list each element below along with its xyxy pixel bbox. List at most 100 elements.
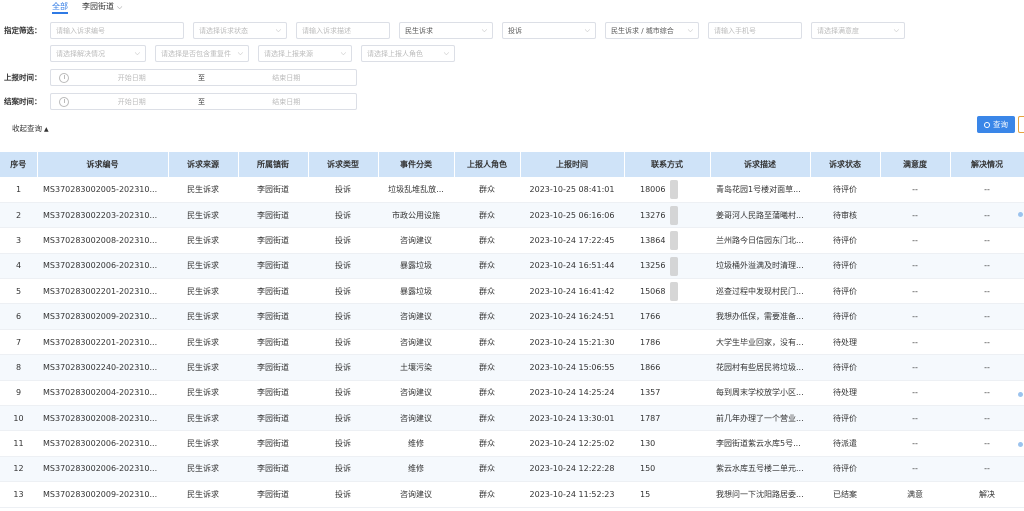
filter-select[interactable]: 请选择上报人角色 ⌵ (361, 45, 455, 62)
table-row[interactable]: 6 MS370283002009-202310... 民生诉求 李园街道 投诉 咨询建议 群… (0, 303, 1024, 330)
column-header[interactable]: 事件分类 (378, 152, 455, 177)
table-row[interactable]: 12 MS370283002006-202310... 民生诉求 李园街道 投诉 维修 群众… (0, 456, 1024, 483)
table-row[interactable]: 3 MS370283002008-202310... 民生诉求 李园街道 投诉 咨询建议 群… (0, 227, 1024, 254)
table-row[interactable]: 2 MS370283002203-202310... 民生诉求 李园街道 投诉 市政公用设… (0, 202, 1024, 229)
cell-text: -- (912, 286, 918, 296)
appeal-code-link[interactable]: MS370283002009-202310... (37, 481, 168, 508)
contact-cell: 1787 (624, 405, 710, 432)
table-cell: 3 (0, 227, 37, 254)
table-cell: -- (950, 227, 1024, 254)
appeal-code-link[interactable]: MS370283002201-202310... (37, 329, 168, 356)
filter-input[interactable]: 请输入诉求描述 (296, 22, 390, 39)
table-cell: -- (950, 329, 1024, 356)
redaction-blur (670, 256, 678, 276)
appeal-code-link[interactable]: MS370283002240-202310... (37, 354, 168, 381)
appeal-code-link[interactable]: MS370283002004-202310... (37, 380, 168, 407)
table-row[interactable]: 11 MS370283002006-202310... 民生诉求 李园街道 投诉 维修 群众… (0, 430, 1024, 457)
table-cell: 李园街道 (238, 278, 308, 305)
cell-text: 土壤污染 (400, 362, 432, 372)
appeal-code-link[interactable]: MS370283002006-202310... (37, 456, 168, 483)
table-cell: 民生诉求 (168, 405, 238, 432)
filter-input[interactable]: 请输入诉求编号 (50, 22, 184, 39)
table-cell: 民生诉求 (168, 177, 238, 203)
table-cell: 待处理 (810, 380, 880, 407)
appeal-code-link[interactable]: MS370283002008-202310... (37, 227, 168, 254)
cell-text: -- (984, 210, 990, 220)
column-header[interactable]: 序号 (0, 152, 38, 177)
table-row[interactable]: 13 MS370283002009-202310... 民生诉求 李园街道 投诉 咨询建议… (0, 481, 1024, 508)
table-row[interactable]: 10 MS370283002008-202310... 民生诉求 李园街道 投诉 咨询建议… (0, 405, 1024, 432)
cell-text: 待评价 (833, 413, 857, 423)
appeal-code-link[interactable]: MS370283002008-202310... (37, 405, 168, 432)
table-row[interactable]: 9 MS370283002004-202310... 民生诉求 李园街道 投诉 咨询建议 群… (0, 380, 1024, 407)
column-header[interactable]: 诉求描述 (710, 152, 811, 177)
tab-street-select[interactable]: 李园街道 ⌵ (82, 0, 122, 14)
table-cell: 投诉 (308, 202, 378, 229)
column-header[interactable]: 上报人角色 (454, 152, 521, 177)
appeal-code-link[interactable]: MS370283002005-202310... (37, 177, 168, 203)
query-button[interactable]: 查询 (977, 116, 1015, 133)
cell-text: 民生诉求 (187, 489, 219, 499)
filter-input[interactable]: 请输入手机号 (708, 22, 802, 39)
cell-text: 维修 (408, 464, 424, 474)
filter-select[interactable]: 请选择诉求状态 ⌵ (193, 22, 287, 39)
column-header[interactable]: 上报时间 (520, 152, 625, 177)
appeal-code-link[interactable]: MS370283002009-202310... (37, 303, 168, 330)
table-row[interactable]: 7 MS370283002201-202310... 民生诉求 李园街道 投诉 咨询建议 群… (0, 329, 1024, 356)
filter-select[interactable]: 民生诉求 ⌵ (399, 22, 493, 39)
table-cell: -- (950, 303, 1024, 330)
cell-text: 李园街道 (257, 489, 289, 499)
column-header[interactable]: 诉求状态 (810, 152, 881, 177)
filter-select[interactable]: 投诉 ⌵ (502, 22, 596, 39)
filter-text: 请选择是否包含重复件 (161, 49, 231, 58)
description-cell: 前几年办理了一个营业... (710, 405, 810, 432)
cell-text: 13 (13, 489, 24, 499)
tab-all[interactable]: 全部 (52, 0, 68, 14)
table-cell: 待审核 (810, 202, 880, 229)
table-cell: 投诉 (308, 227, 378, 254)
filter-text: 民生诉求 (405, 26, 433, 35)
appeal-code-link[interactable]: MS370283002006-202310... (37, 430, 168, 457)
filter-select[interactable]: 请选择上报来源 ⌵ (258, 45, 352, 62)
report-time-range[interactable]: 开始日期 至 结束日期 (50, 69, 357, 86)
column-header[interactable]: 诉求类型 (308, 152, 379, 177)
column-header[interactable]: 诉求编号 (37, 152, 169, 177)
table-row[interactable]: 5 MS370283002201-202310... 民生诉求 李园街道 投诉 暴露垃圾 群… (0, 278, 1024, 305)
table-row[interactable]: 4 MS370283002006-202310... 民生诉求 李园街道 投诉 暴露垃圾 群… (0, 253, 1024, 280)
column-header[interactable]: 满意度 (880, 152, 951, 177)
table-row[interactable]: 8 MS370283002240-202310... 民生诉求 李园街道 投诉 土壤污染 群… (0, 354, 1024, 381)
reset-button[interactable] (1018, 116, 1024, 133)
filter-select[interactable]: 请选择是否包含重复件 ⌵ (155, 45, 249, 62)
appeal-code-link[interactable]: MS370283002203-202310... (37, 202, 168, 229)
contact-cell: 15 (624, 481, 710, 508)
close-start-date[interactable]: 开始日期 (77, 97, 187, 107)
description-cell: 垃圾桶外溢满及时清理... (710, 253, 810, 280)
appeal-code-link[interactable]: MS370283002006-202310... (37, 253, 168, 280)
filter-select[interactable]: 民生诉求 / 城市综合 ⌵ (605, 22, 699, 39)
description-cell: 花园村有些居民将垃圾... (710, 354, 810, 381)
collapse-query-toggle[interactable]: 收起查询 ▲ (12, 123, 49, 134)
cell-text: -- (912, 210, 918, 220)
chevron-down-icon: ⌵ (481, 26, 487, 34)
column-header[interactable]: 联系方式 (624, 152, 711, 177)
description-cell: 兰州路今日信园东门北... (710, 227, 810, 254)
close-time-label: 结案时间： (4, 97, 42, 106)
table-cell: -- (950, 177, 1024, 203)
filter-select[interactable]: 请选择满意度 ⌵ (811, 22, 905, 39)
table-cell: 2023-10-24 17:22:45 (520, 227, 624, 254)
report-start-date[interactable]: 开始日期 (77, 73, 187, 83)
close-end-date[interactable]: 结束日期 (216, 97, 356, 107)
column-header[interactable]: 所属镇街 (238, 152, 309, 177)
close-time-range[interactable]: 开始日期 至 结束日期 (50, 93, 357, 110)
column-header[interactable]: 诉求来源 (168, 152, 239, 177)
report-end-date[interactable]: 结束日期 (216, 73, 356, 83)
tab-all-label: 全部 (52, 2, 68, 11)
filter-select[interactable]: 请选择解决情况 ⌵ (50, 45, 146, 62)
column-header[interactable]: 解决情况 (950, 152, 1024, 177)
cell-text: 民生诉求 (187, 413, 219, 423)
contact-cell: 150 (624, 456, 710, 483)
appeal-code-link[interactable]: MS370283002201-202310... (37, 278, 168, 305)
cell-text: 待评价 (833, 235, 857, 245)
table-cell: 2023-10-24 16:41:42 (520, 278, 624, 305)
table-row[interactable]: 1 MS370283002005-202310... 民生诉求 李园街道 投诉 垃圾乱堆乱… (0, 177, 1024, 203)
